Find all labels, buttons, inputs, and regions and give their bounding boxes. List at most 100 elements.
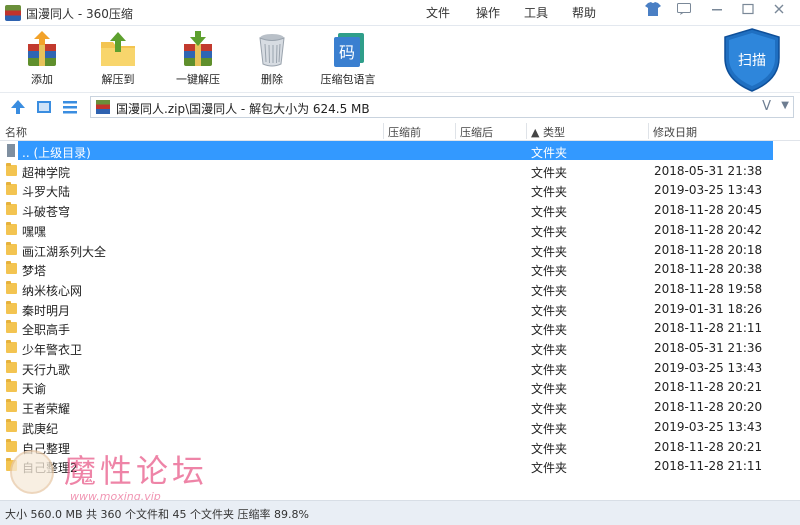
menu-tools[interactable]: 工具: [524, 4, 548, 21]
file-type: 文件夹: [531, 323, 568, 338]
table-row[interactable]: 秦时明月 文件夹 2019-01-31 18:26: [0, 299, 800, 319]
menu-help[interactable]: 帮助: [572, 4, 596, 21]
file-type: 文件夹: [531, 421, 568, 436]
menu-file[interactable]: 文件: [426, 4, 450, 21]
chevron-down-icon[interactable]: ▼: [781, 100, 789, 111]
file-type: 文件夹: [531, 264, 568, 279]
column-modified[interactable]: 修改日期: [653, 124, 697, 140]
file-date: 2018-05-31 21:38: [654, 163, 763, 178]
file-type: 文件夹: [531, 205, 568, 220]
folder-icon: [6, 458, 17, 472]
file-date: 2019-01-31 18:26: [654, 301, 763, 316]
file-type: 文件夹: [531, 244, 568, 259]
file-date: 2018-11-28 20:45: [654, 203, 763, 218]
column-divider[interactable]: [526, 123, 527, 139]
address-v-label[interactable]: V: [762, 99, 771, 114]
file-type: 文件夹: [531, 441, 568, 456]
table-row[interactable]: 少年警衣卫 文件夹 2018-05-31 21:36: [0, 338, 800, 358]
file-name: 斗罗大陆: [22, 185, 71, 200]
column-compressed[interactable]: 压缩前: [388, 124, 421, 140]
table-row[interactable]: 自己整理 文件夹 2018-11-28 20:21: [0, 437, 800, 457]
table-row[interactable]: 武庚纪 文件夹 2019-03-25 13:43: [0, 417, 800, 437]
toolbar: 添加 解压到 一键解压 删除 码 压缩包语言: [0, 26, 800, 92]
folder-icon: [6, 162, 17, 176]
table-row[interactable]: 斗罗大陆 文件夹 2019-03-25 13:43: [0, 180, 800, 200]
file-list: .. (上级目录) 文件夹 超神学院 文件夹 2018-05-31 21:38 斗罗大陆文…: [0, 141, 800, 498]
add-button[interactable]: 添加: [2, 30, 82, 90]
table-row[interactable]: 全职高手 文件夹 2018-11-28 21:11: [0, 318, 800, 338]
status-text: 大小 560.0 MB 共 360 个文件和 45 个文件夹 压缩率 89.8%: [5, 508, 309, 521]
file-type: 文件夹: [531, 165, 568, 180]
table-row[interactable]: 梦塔 文件夹 2018-11-28 20:38: [0, 259, 800, 279]
one-click-extract-button[interactable]: 一键解压: [158, 30, 238, 90]
add-icon: [23, 30, 61, 68]
table-row[interactable]: 纳米核心网 文件夹 2018-11-28 19:58: [0, 279, 800, 299]
folder-icon: [6, 261, 17, 275]
feedback-icon[interactable]: [673, 2, 695, 22]
list-view-icon[interactable]: [62, 99, 78, 115]
file-date: 2019-03-25 13:43: [654, 183, 763, 198]
file-name: 少年警衣卫: [22, 343, 83, 357]
folder-icon: [6, 320, 17, 334]
app-icon: [5, 5, 21, 21]
column-after[interactable]: 压缩后: [460, 124, 493, 140]
file-date: 2018-11-28 20:38: [654, 262, 763, 277]
file-date: 2018-11-28 20:18: [654, 242, 763, 257]
file-date: 2018-11-28 20:21: [654, 439, 763, 454]
close-icon[interactable]: [768, 2, 790, 22]
file-date: 2018-11-28 19:58: [654, 281, 763, 296]
table-row[interactable]: 嘿嘿 文件夹 2018-11-28 20:42: [0, 220, 800, 240]
file-date: 2018-05-31 21:36: [654, 341, 763, 355]
folder-icon: [6, 241, 17, 255]
address-bar: 国漫同人.zip\国漫同人 - 解包大小为 624.5 MB V ▼: [0, 92, 800, 120]
file-name: 自己整理: [22, 441, 71, 456]
extract-folder-icon: [99, 30, 137, 68]
extract-to-button[interactable]: 解压到: [78, 30, 158, 90]
table-row[interactable]: 王者荣耀 文件夹 2018-11-28 20:20: [0, 397, 800, 417]
column-divider[interactable]: [455, 123, 456, 139]
file-name: 秦时明月: [22, 303, 71, 318]
archive-language-button[interactable]: 码 压缩包语言: [308, 30, 388, 90]
up-arrow-icon[interactable]: [10, 99, 26, 115]
folder-icon: [6, 202, 17, 216]
column-type[interactable]: ▲ 类型: [531, 124, 565, 140]
column-divider[interactable]: [383, 123, 384, 139]
folder-icon: [6, 399, 17, 413]
minimize-icon[interactable]: [706, 2, 728, 22]
trash-icon: [253, 30, 291, 68]
table-row[interactable]: 天行九歌 文件夹 2019-03-25 13:43: [0, 358, 800, 378]
maximize-icon[interactable]: [737, 2, 759, 22]
file-date: 2018-11-28 20:42: [654, 222, 763, 237]
file-name: 嘿嘿: [22, 224, 47, 239]
column-divider[interactable]: [648, 123, 649, 139]
file-date: 2018-11-28 20:20: [654, 400, 763, 415]
table-row[interactable]: 自己整理2 文件夹 2018-11-28 21:11: [0, 456, 800, 476]
folder-icon: [6, 300, 17, 314]
scan-label: 扫描: [738, 53, 766, 69]
file-type: 文件夹: [531, 362, 568, 377]
folder-icon: [6, 379, 17, 393]
selection-highlight: [18, 141, 773, 160]
parent-directory-row[interactable]: .. (上级目录) 文件夹: [0, 141, 800, 161]
skin-icon[interactable]: [642, 2, 664, 22]
file-name: .. (上级目录): [22, 146, 91, 160]
file-type: 文件夹: [531, 283, 568, 298]
file-type: 文件夹: [531, 402, 568, 417]
file-name: 纳米核心网: [22, 283, 83, 298]
menu-operate[interactable]: 操作: [476, 4, 500, 21]
file-name: 天行九歌: [22, 362, 71, 377]
status-bar: 大小 560.0 MB 共 360 个文件和 45 个文件夹 压缩率 89.8%: [0, 500, 800, 525]
table-row[interactable]: 画江湖系列大全 文件夹 2018-11-28 20:18: [0, 240, 800, 260]
scan-button[interactable]: 扫描: [723, 28, 781, 92]
file-date: 2018-11-28 21:11: [654, 459, 763, 474]
table-row[interactable]: 超神学院 文件夹 2018-05-31 21:38: [0, 161, 800, 181]
delete-button[interactable]: 删除: [232, 30, 312, 90]
file-name: 武庚纪: [22, 421, 59, 436]
table-row[interactable]: 斗破苍穹 文件夹 2018-11-28 20:45: [0, 200, 800, 220]
column-name[interactable]: 名称: [5, 124, 27, 140]
file-name: 斗破苍穹: [22, 205, 71, 220]
table-row[interactable]: 天谕 文件夹 2018-11-28 20:21: [0, 377, 800, 397]
address-field[interactable]: 国漫同人.zip\国漫同人 - 解包大小为 624.5 MB V ▼: [90, 96, 794, 118]
address-path: 国漫同人.zip\国漫同人 - 解包大小为 624.5 MB: [116, 102, 370, 116]
thumbnail-view-icon[interactable]: [36, 99, 52, 115]
